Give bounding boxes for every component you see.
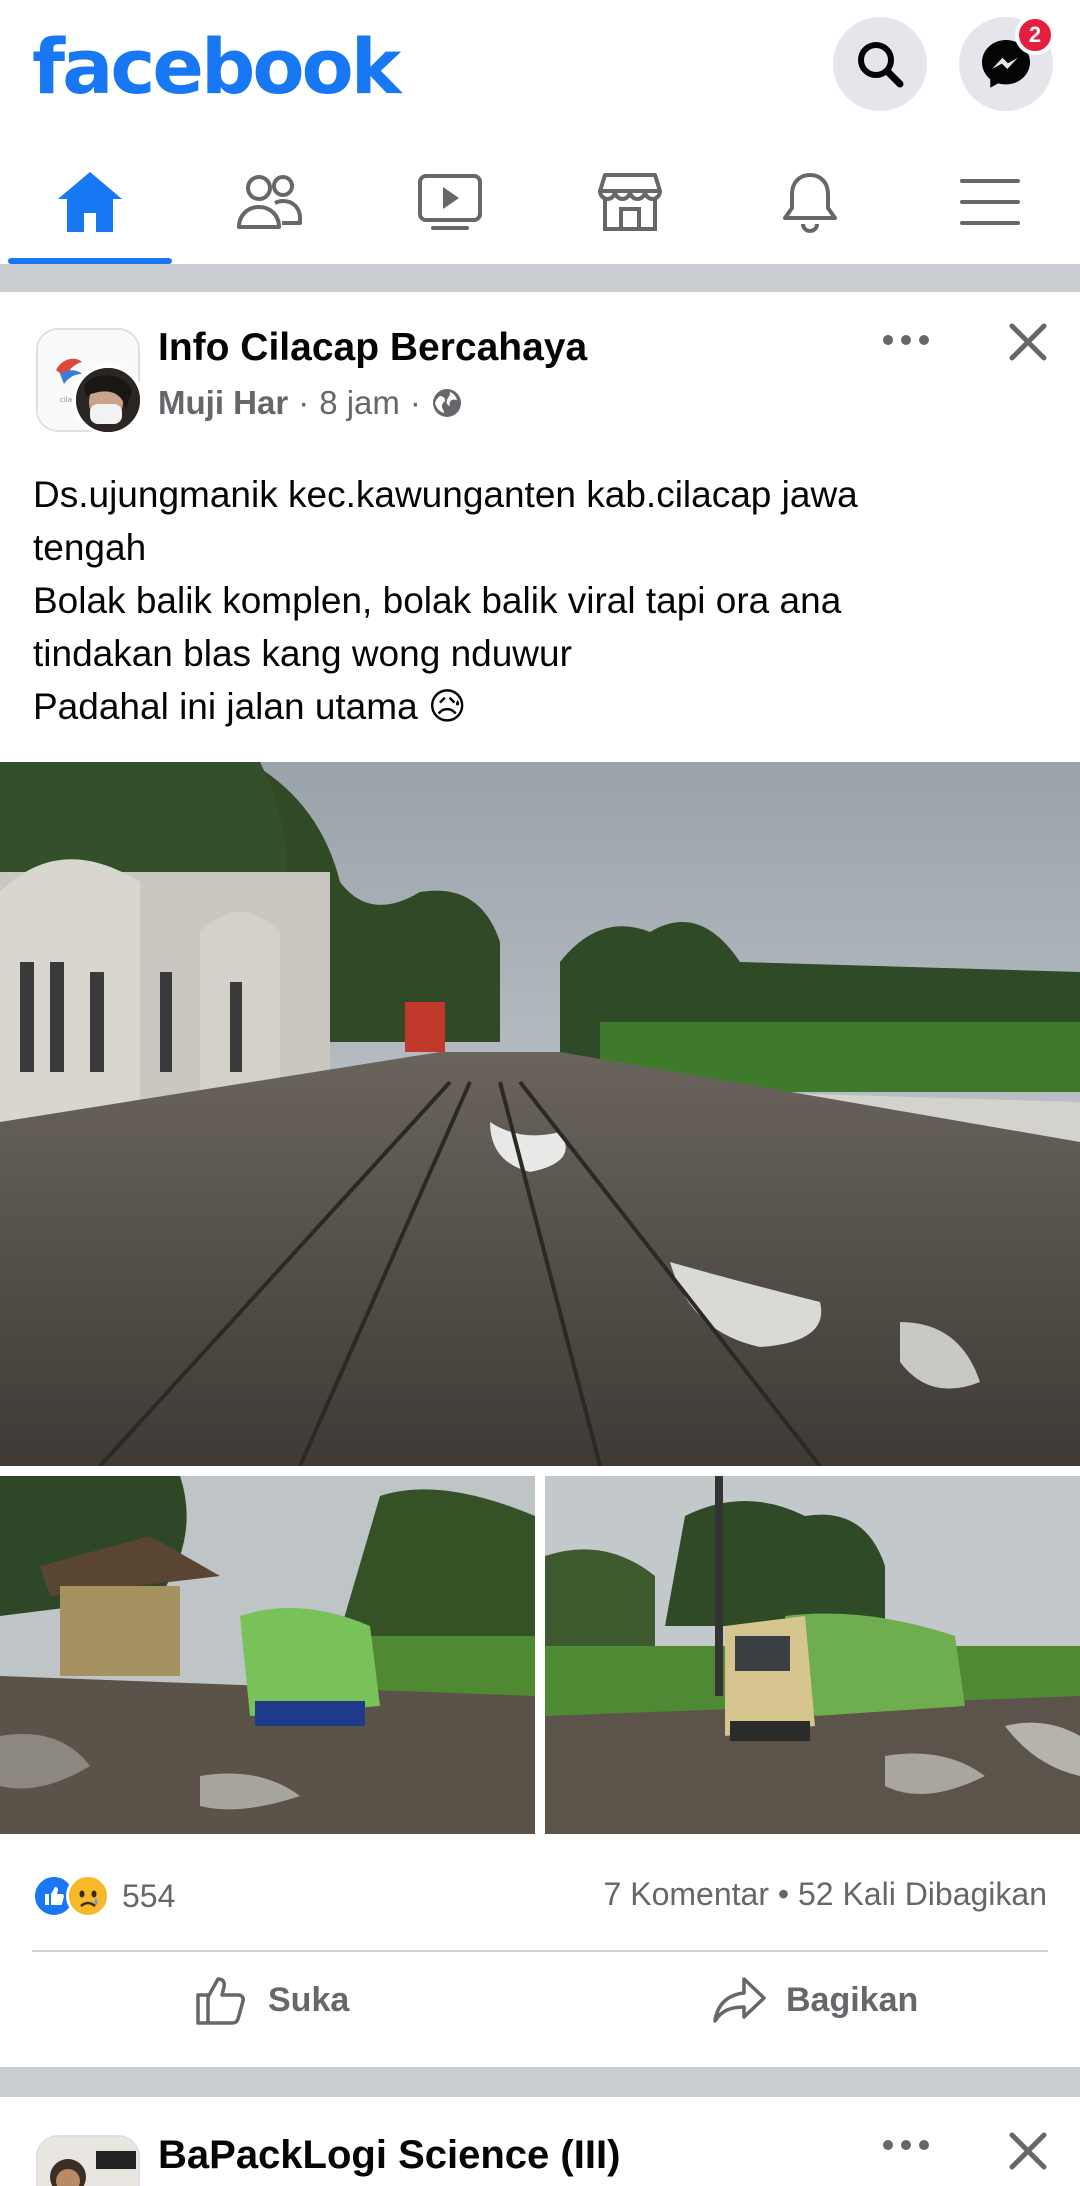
group-avatar[interactable] <box>36 2135 140 2186</box>
post-meta: Muji Har · 8 jam · <box>158 384 463 422</box>
post-options-button[interactable] <box>878 2117 934 2173</box>
hide-post-button[interactable] <box>998 2121 1058 2181</box>
share-button[interactable]: Bagikan <box>712 1955 918 2045</box>
reaction-count: 554 <box>122 1877 176 1914</box>
post-text-line: Ds.ujungmanik kec.kawunganten kab.cilaca… <box>33 474 858 515</box>
video-icon <box>418 174 482 230</box>
post-photo-2[interactable] <box>0 1476 535 1834</box>
search-icon <box>858 42 904 88</box>
tab-notifications[interactable] <box>720 140 900 264</box>
tab-watch[interactable] <box>360 140 540 264</box>
messenger-badge: 2 <box>1015 15 1055 55</box>
sad-reaction-icon <box>66 1874 110 1918</box>
tab-menu[interactable] <box>900 140 1080 264</box>
group-name[interactable]: Info Cilacap Bercahaya <box>158 326 587 370</box>
meta-separator: · <box>409 384 421 421</box>
user-avatar <box>72 364 144 436</box>
home-icon <box>58 172 122 232</box>
marketplace-icon <box>598 173 662 231</box>
stats-separator: • <box>777 1876 790 1912</box>
hide-post-button[interactable] <box>998 312 1058 372</box>
main-nav <box>0 140 1080 264</box>
like-button[interactable]: Suka <box>194 1955 349 2045</box>
post-options-button[interactable] <box>878 312 934 368</box>
search-button[interactable] <box>833 17 927 111</box>
like-label: Suka <box>268 1980 350 2019</box>
facebook-logo[interactable]: facebook <box>32 22 401 111</box>
share-icon <box>713 1977 766 2023</box>
tab-marketplace[interactable] <box>540 140 720 264</box>
share-label: Bagikan <box>786 1980 919 2019</box>
like-icon <box>196 1977 245 2025</box>
close-icon <box>1009 323 1047 361</box>
group-name[interactable]: BaPackLogi Science (III) <box>158 2133 620 2178</box>
comment-count[interactable]: 7 Komentar <box>604 1876 769 1912</box>
feed-post-next: BaPackLogi Science (III) <box>0 2097 1080 2186</box>
feed-separator <box>0 264 1080 292</box>
messenger-button[interactable]: 2 <box>959 15 1055 111</box>
post-author[interactable]: Muji Har <box>158 384 288 422</box>
feed-post: cilacap Info Cilacap Bercahaya Muji Har … <box>0 292 1080 2067</box>
post-text: Ds.ujungmanik kec.kawunganten kab.cilaca… <box>33 468 1043 733</box>
close-icon <box>1009 2132 1047 2170</box>
top-bar: facebook 2 <box>0 0 1080 140</box>
more-icon <box>883 335 929 345</box>
friends-icon <box>237 175 302 229</box>
tab-friends[interactable] <box>180 140 360 264</box>
post-text-line: Padahal ini jalan utama 😥 <box>33 686 467 727</box>
post-photo-3[interactable] <box>545 1476 1080 1834</box>
post-text-line: tengah <box>33 527 147 568</box>
reaction-summary[interactable]: 554 <box>32 1874 175 1918</box>
post-time[interactable]: 8 jam <box>319 384 400 422</box>
post-text-line: Bolak balik komplen, bolak balik viral t… <box>33 580 842 621</box>
post-text-line: tindakan blas kang wong nduwur <box>33 633 572 674</box>
actions-divider <box>32 1950 1048 1952</box>
post-photo-main[interactable] <box>0 762 1080 1466</box>
tab-home[interactable] <box>0 140 180 264</box>
feed-separator <box>0 2067 1080 2097</box>
share-count[interactable]: 52 Kali Dibagikan <box>798 1876 1047 1912</box>
menu-icon <box>960 179 1020 225</box>
more-icon <box>883 2140 929 2150</box>
post-avatar[interactable]: cilacap <box>36 328 144 436</box>
globe-icon <box>432 389 461 417</box>
bell-icon <box>783 173 837 234</box>
meta-separator: · <box>298 384 310 421</box>
post-stats: 7 Komentar • 52 Kali Dibagikan <box>604 1876 1047 1913</box>
